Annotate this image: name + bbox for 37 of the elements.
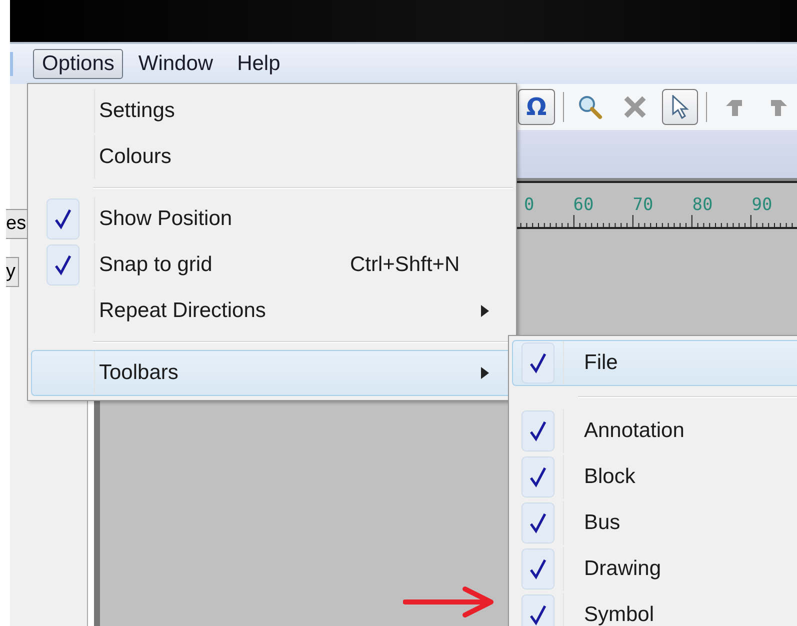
menu-item[interactable]: Bus <box>512 500 797 546</box>
check-icon <box>521 594 555 626</box>
check-icon <box>46 198 80 240</box>
side-tab[interactable]: y <box>6 257 18 287</box>
menu-item[interactable]: Window <box>129 49 222 79</box>
search-icon <box>577 94 604 120</box>
menu-item[interactable]: Repeat Directions <box>31 288 513 334</box>
menu-item[interactable]: Help <box>228 49 290 79</box>
pointer-icon <box>670 95 689 119</box>
check-icon <box>521 548 555 590</box>
menu-item[interactable]: Symbol <box>512 592 797 626</box>
check-icon <box>521 342 555 384</box>
check-icon <box>521 456 555 498</box>
pointer-button[interactable] <box>662 89 698 125</box>
menu-item[interactable]: Settings <box>31 88 513 134</box>
check-icon <box>521 410 555 452</box>
menu-item[interactable]: Snap to grid Ctrl+Shft+N <box>31 242 513 288</box>
ruler-label: 70 <box>632 195 654 215</box>
close-icon <box>623 95 648 119</box>
menu-item[interactable]: Options <box>33 49 124 79</box>
menu-item[interactable]: Block <box>512 454 797 500</box>
symbol-button[interactable]: Ω <box>518 89 555 125</box>
menu-item[interactable]: File <box>512 340 797 386</box>
ruler-label: 90 <box>752 195 772 215</box>
menu-item[interactable]: Drawing <box>512 546 797 592</box>
check-icon <box>46 244 80 286</box>
menu-item[interactable]: Colours <box>31 134 513 180</box>
ruler-label: 80 <box>692 195 713 215</box>
menu-item[interactable]: Show Position <box>31 196 513 242</box>
side-tab[interactable]: es <box>6 209 30 239</box>
ruler-label: 60 <box>573 195 594 215</box>
ruler-label: 0 <box>524 195 534 215</box>
submenu-arrow-icon <box>480 366 490 380</box>
menu-item[interactable]: Annotation <box>512 408 797 454</box>
check-icon <box>521 502 555 544</box>
shortcut-text: Ctrl+Shft+N <box>350 253 460 277</box>
submenu-arrow-icon <box>480 304 490 318</box>
